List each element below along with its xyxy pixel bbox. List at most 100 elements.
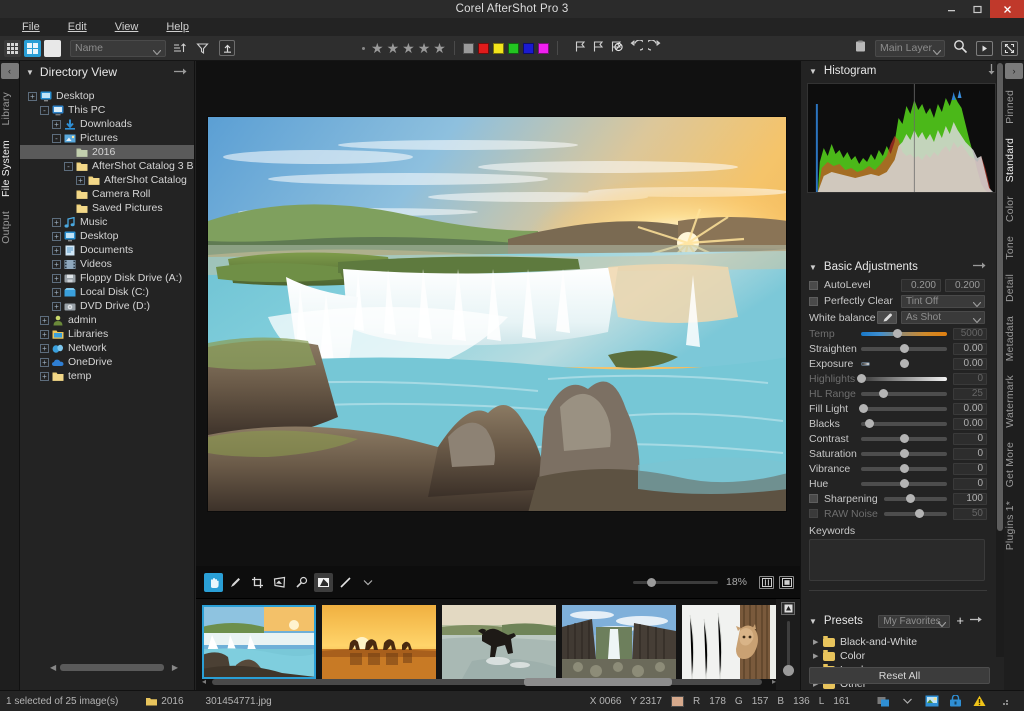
slider-track-exposure[interactable]: [861, 358, 947, 369]
expand-node-icon[interactable]: +: [52, 288, 61, 297]
sharpening-checkbox[interactable]: [809, 494, 818, 503]
flag-none-icon[interactable]: [610, 40, 624, 56]
tree-item-floppy-disk-drive-a[interactable]: +Floppy Disk Drive (A:): [20, 271, 194, 285]
plus-icon[interactable]: +: [956, 616, 964, 626]
expand-node-icon[interactable]: ▶: [813, 652, 823, 660]
scroll-right-arrow[interactable]: ▶: [172, 663, 178, 672]
list-item[interactable]: [682, 605, 776, 679]
star-icon-4[interactable]: ★: [418, 41, 431, 55]
tree-item-downloads[interactable]: +Downloads: [20, 117, 194, 131]
slideshow-icon[interactable]: [976, 41, 993, 56]
slider-knob-raw-noise[interactable]: [915, 509, 924, 518]
menu-help[interactable]: Help: [152, 18, 203, 36]
expand-node-icon[interactable]: +: [28, 92, 37, 101]
tint-select[interactable]: Tint Off: [901, 295, 985, 308]
tree-item-desktop[interactable]: +Desktop: [20, 229, 194, 243]
slider-track-saturation[interactable]: [861, 448, 947, 459]
color-label-blue[interactable]: [523, 43, 534, 54]
left-tab-file-system[interactable]: File System: [0, 133, 20, 204]
slider-track-blacks[interactable]: [861, 418, 947, 429]
scroll-thumb[interactable]: [60, 664, 164, 671]
slider-knob-contrast[interactable]: [900, 434, 909, 443]
collapse-right-panel-button[interactable]: ›: [1005, 63, 1023, 79]
tree-item-local-disk-c[interactable]: +Local Disk (C:): [20, 285, 194, 299]
collapse-node-icon[interactable]: -: [64, 162, 73, 171]
highlight-tool-button[interactable]: [314, 573, 333, 592]
slider-knob-hue[interactable]: [900, 479, 909, 488]
slider-track-contrast[interactable]: [861, 433, 947, 444]
directory-tree[interactable]: +Desktop-This PC+Downloads-Pictures2016-…: [20, 87, 194, 650]
right-tab-watermark[interactable]: Watermark: [1004, 368, 1024, 435]
right-tab-color[interactable]: Color: [1004, 189, 1024, 229]
filmstrip-scroll-left[interactable]: ◂: [202, 677, 206, 686]
autolevel-checkbox[interactable]: [809, 281, 818, 290]
list-item[interactable]: [202, 605, 316, 679]
star-icon-3[interactable]: ★: [402, 41, 415, 55]
tree-item-network[interactable]: +Network: [20, 341, 194, 355]
star-rating[interactable]: ★ ★ ★ ★ ★: [362, 41, 446, 55]
slider-knob-temp[interactable]: [893, 329, 902, 338]
pin-icon[interactable]: [174, 65, 188, 79]
expand-node-icon[interactable]: +: [52, 274, 61, 283]
list-item[interactable]: [322, 605, 436, 679]
zoom-knob[interactable]: [647, 578, 656, 587]
star-icon-1[interactable]: ★: [371, 41, 384, 55]
minus-icon[interactable]: [970, 615, 983, 627]
preset-item-black-and-white[interactable]: ▶Black-and-White: [813, 635, 995, 649]
tree-item-this-pc[interactable]: -This PC: [20, 103, 194, 117]
minimize-button[interactable]: [938, 0, 964, 18]
expand-node-icon[interactable]: +: [52, 232, 61, 241]
collapse-triangle-icon[interactable]: ▼: [809, 263, 817, 272]
star-icon-5[interactable]: ★: [433, 41, 446, 55]
eyedropper-icon[interactable]: [877, 311, 897, 324]
slider-value-raw-noise[interactable]: 50: [953, 508, 987, 520]
slider-track-hl-range[interactable]: [861, 388, 947, 399]
keywords-input[interactable]: [809, 539, 985, 581]
layer-icon[interactable]: [855, 40, 867, 56]
slider-value-straighten[interactable]: 0.00: [953, 343, 987, 355]
close-button[interactable]: [990, 0, 1024, 18]
straighten-tool-button[interactable]: [336, 573, 355, 592]
left-tab-output[interactable]: Output: [0, 204, 20, 251]
main-photo[interactable]: [207, 116, 787, 512]
expand-node-icon[interactable]: +: [76, 176, 85, 185]
panel-scroll-thumb[interactable]: [997, 63, 1003, 531]
tree-item-saved-pictures[interactable]: Saved Pictures: [20, 201, 194, 215]
tree-item-desktop[interactable]: +Desktop: [20, 89, 194, 103]
image-viewer[interactable]: [196, 61, 800, 566]
color-label-yellow[interactable]: [493, 43, 504, 54]
tree-item-libraries[interactable]: +Libraries: [20, 327, 194, 341]
expand-node-icon[interactable]: +: [40, 316, 49, 325]
undo-icon[interactable]: [629, 40, 643, 56]
fullscreen-icon[interactable]: [1001, 41, 1018, 56]
histogram-chart[interactable]: [807, 83, 996, 193]
preset-item-color[interactable]: ▶Color: [813, 649, 995, 663]
pan-tool-button[interactable]: [204, 573, 223, 592]
single-view-button[interactable]: [44, 40, 61, 57]
pin-icon[interactable]: [973, 261, 987, 273]
slider-track-raw-noise[interactable]: [884, 508, 947, 519]
slider-value-exposure[interactable]: 0.00: [953, 358, 987, 370]
perspective-tool-button[interactable]: [270, 573, 289, 592]
slider-track-vibrance[interactable]: [861, 463, 947, 474]
soft-proof-icon[interactable]: [876, 695, 891, 708]
thumb-size-slider[interactable]: [787, 621, 790, 675]
lock-icon[interactable]: [948, 695, 963, 708]
collapse-node-icon[interactable]: -: [40, 106, 49, 115]
slider-knob-blacks[interactable]: [865, 419, 874, 428]
zoom-slider[interactable]: [633, 577, 718, 587]
slider-value-fill-light[interactable]: 0.00: [953, 403, 987, 415]
thumb-size-icon[interactable]: [781, 602, 795, 615]
scroll-left-arrow[interactable]: ◀: [50, 663, 56, 672]
expand-node-icon[interactable]: +: [52, 260, 61, 269]
filmstrip-scroll-track[interactable]: [212, 679, 762, 685]
color-label-green[interactable]: [508, 43, 519, 54]
thumbnail-view-button[interactable]: [4, 40, 21, 57]
expand-node-icon[interactable]: +: [52, 302, 61, 311]
slider-value-hue[interactable]: 0: [953, 478, 987, 490]
standard-view-button[interactable]: [24, 40, 41, 57]
fit-width-icon[interactable]: [759, 576, 774, 589]
maximize-button[interactable]: [964, 0, 990, 18]
tree-item-aftershot-catalog-3-ba[interactable]: -AfterShot Catalog 3 Ba: [20, 159, 194, 173]
slider-value-temp[interactable]: 5000: [953, 328, 987, 340]
